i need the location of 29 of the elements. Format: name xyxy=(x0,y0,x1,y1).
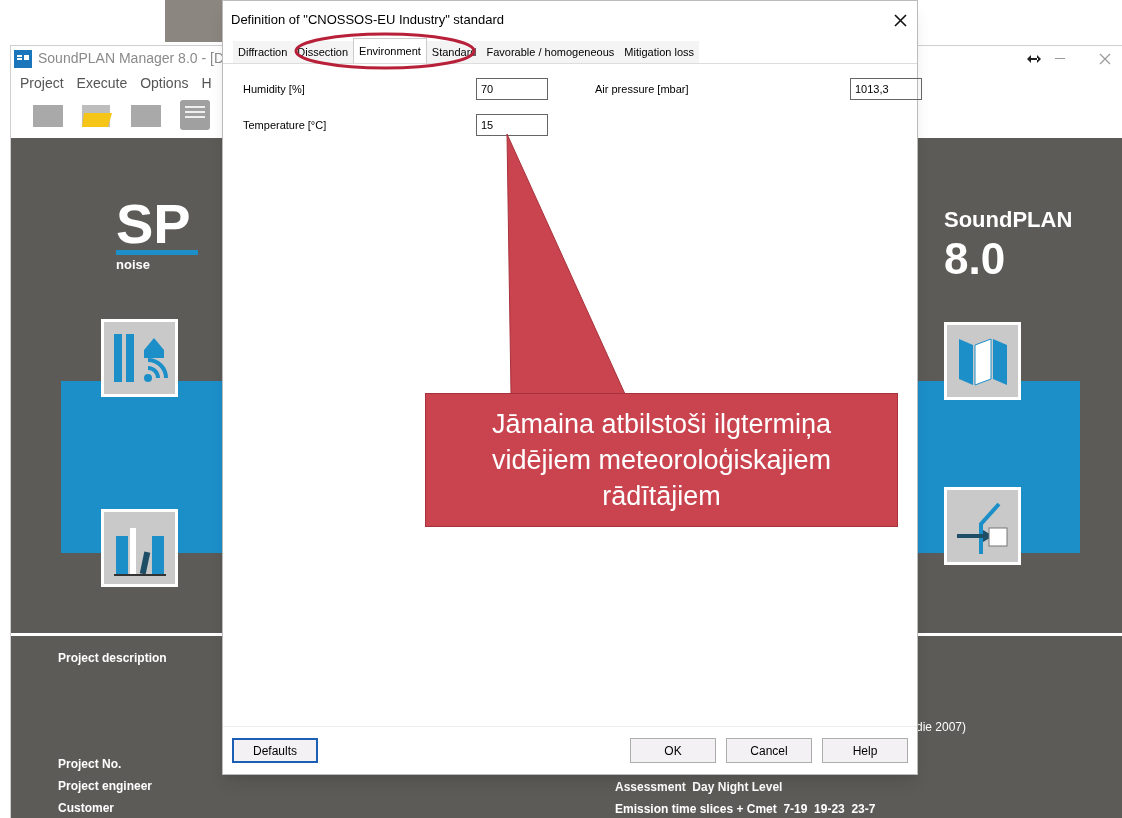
info-line: Assessment Day Night Level xyxy=(615,779,784,796)
dialog-button[interactable]: Defaults xyxy=(232,738,318,763)
tab[interactable]: Environment xyxy=(353,38,427,63)
menu-item[interactable]: Execute xyxy=(76,73,128,95)
dialog-button[interactable]: Help xyxy=(822,738,908,763)
menu-item[interactable]: Options xyxy=(140,73,189,95)
section-heading: Project description xyxy=(58,650,168,667)
info-line: Emission time slices + Cmet 7-19 19-23 23-7 xyxy=(615,801,877,818)
input-field[interactable]: 1013,3 xyxy=(850,78,922,100)
dialog-title: Definition of "CNOSSOS-EU Industry" standard xyxy=(231,11,504,30)
tab[interactable]: Diffraction xyxy=(233,41,293,63)
dialog-button[interactable]: Cancel xyxy=(726,738,812,763)
tab[interactable]: Mitigation loss xyxy=(619,41,699,63)
input-field[interactable]: 70 xyxy=(476,78,548,100)
field-label: Project engineer xyxy=(58,778,154,795)
field-label: Humidity [%] xyxy=(243,81,306,97)
field-label: Air pressure [mbar] xyxy=(595,81,690,97)
logo-mark: SP xyxy=(116,198,191,250)
dialog-button[interactable]: OK xyxy=(630,738,716,763)
menu-item[interactable]: Project xyxy=(20,73,64,95)
field-label: Temperature [°C] xyxy=(243,117,328,133)
menu-item[interactable]: H xyxy=(201,73,212,95)
version-number: 8.0 xyxy=(944,236,1006,282)
input-field[interactable]: 15 xyxy=(476,114,548,136)
logo-caption: noise xyxy=(116,256,150,274)
field-label: Project No. xyxy=(58,756,123,773)
product-name: SoundPLAN xyxy=(944,206,1073,234)
field-label: Customer xyxy=(58,800,115,817)
tab[interactable]: Favorable / homogeneous xyxy=(481,41,620,63)
